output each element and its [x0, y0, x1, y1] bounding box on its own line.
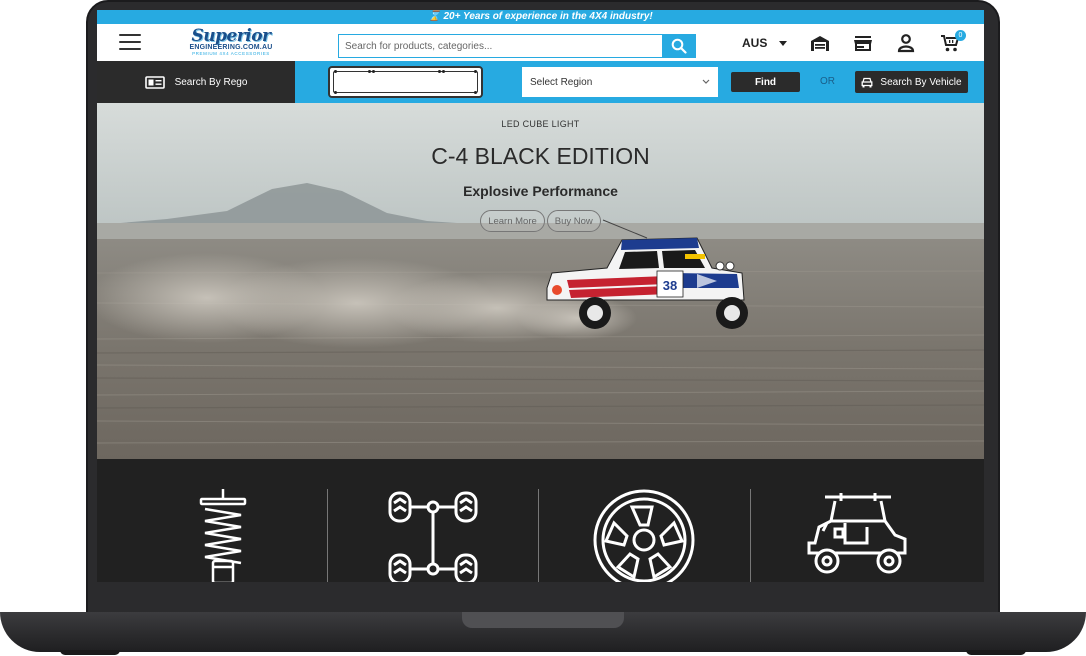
plate-rivet	[438, 70, 441, 73]
hero-title: C-4 BLACK EDITION	[431, 143, 650, 169]
category-vehicle[interactable]	[805, 487, 911, 582]
site-logo[interactable]: Superior ENGINEERING.COM.AU PREMIUM 4X4 …	[175, 26, 287, 57]
suspension-icon	[199, 489, 247, 582]
browser-viewport: ⌛ 20+ Years of experience in the 4X4 ind…	[97, 10, 984, 582]
or-label: OR	[820, 76, 835, 87]
logo-domain: ENGINEERING.COM.AU	[189, 44, 273, 51]
hero-actions: Learn More Buy Now	[97, 210, 984, 232]
wheel-icon	[593, 489, 695, 582]
category-strip	[97, 459, 984, 582]
car-number: 38	[663, 278, 677, 293]
plate-rivet	[442, 70, 445, 73]
category-chassis[interactable]	[387, 487, 479, 582]
learn-more-button[interactable]: Learn More	[480, 210, 545, 232]
find-button[interactable]: Find	[731, 72, 800, 92]
rego-plate-input[interactable]	[328, 66, 483, 98]
id-card-icon	[144, 75, 165, 89]
search-icon	[671, 38, 687, 54]
account-icon[interactable]	[895, 33, 917, 53]
laptop-notch	[462, 612, 624, 628]
cart-count-badge: 0	[955, 30, 966, 41]
promo-banner: ⌛ 20+ Years of experience in the 4X4 ind…	[97, 10, 984, 24]
category-divider	[750, 489, 751, 582]
laptop-foot	[966, 650, 1026, 655]
logo-script: Superior	[191, 26, 271, 46]
chevron-down-icon	[779, 40, 788, 46]
rego-tab-label: Search By Rego	[174, 76, 248, 88]
region-select-label: Select Region	[530, 76, 593, 88]
laptop-foot	[60, 650, 120, 655]
country-label: AUS	[742, 36, 768, 50]
site-header: Superior ENGINEERING.COM.AU PREMIUM 4X4 …	[97, 24, 984, 61]
plate-rivet	[334, 70, 337, 73]
search-by-vehicle-button[interactable]: Search By Vehicle	[855, 71, 968, 93]
vehicle-button-label: Search By Vehicle	[880, 76, 962, 88]
plate-border	[333, 71, 478, 93]
menu-icon[interactable]	[119, 34, 141, 50]
promo-text: ⌛ 20+ Years of experience in the 4X4 ind…	[428, 11, 653, 22]
search-button[interactable]	[662, 34, 696, 58]
plate-rivet	[334, 91, 337, 94]
plate-rivet	[372, 70, 375, 73]
hero-subtitle: Explosive Performance	[463, 183, 618, 199]
plate-rivet	[474, 70, 477, 73]
category-wheels[interactable]	[592, 487, 696, 582]
vehicle-icon	[807, 493, 907, 574]
cart-icon[interactable]: 0	[940, 30, 966, 53]
category-divider	[538, 489, 539, 582]
garage-icon[interactable]	[809, 33, 831, 53]
hero-banner[interactable]: 38 LED CUBE LIGHT C-4 BLACK EDITION Expl…	[97, 103, 984, 459]
chevron-down-icon	[702, 79, 710, 84]
search-input[interactable]	[338, 34, 662, 58]
country-selector[interactable]: AUS	[742, 36, 788, 50]
category-suspension[interactable]	[195, 487, 251, 582]
car-icon	[861, 77, 873, 87]
search-bar	[338, 34, 696, 58]
vehicle-search-bar: Search By Rego Select Region Find OR Sea…	[97, 61, 984, 103]
region-select[interactable]: Select Region	[522, 67, 718, 97]
category-divider	[327, 489, 328, 582]
store-icon[interactable]	[852, 33, 874, 53]
plate-rivet	[474, 91, 477, 94]
chassis-icon	[388, 491, 478, 582]
search-by-rego-tab[interactable]: Search By Rego	[97, 61, 295, 103]
hero-kicker: LED CUBE LIGHT	[501, 119, 580, 129]
buy-now-button[interactable]: Buy Now	[546, 210, 601, 232]
logo-tagline: PREMIUM 4X4 ACCESSORIES	[192, 51, 270, 56]
plate-rivet	[368, 70, 371, 73]
